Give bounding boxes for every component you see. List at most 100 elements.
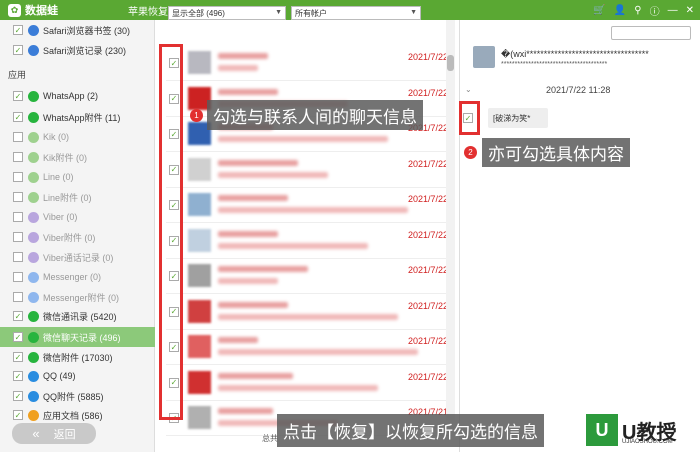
sidebar-item-label: Safari浏览器书签 (30) (43, 25, 131, 36)
sidebar-item[interactable]: ✓ 微信附件 (17030) (0, 347, 155, 367)
sidebar-item-checkbox[interactable]: ✓ (13, 352, 23, 362)
minimize-icon[interactable]: — (668, 5, 678, 16)
contact-thumbnail (188, 228, 211, 252)
blurred-name (218, 230, 278, 237)
filter-select[interactable]: 显示全部 (496) ▼ (168, 6, 286, 20)
sidebar-item[interactable]: ✓ Safari浏览记录 (230) (0, 40, 155, 60)
sidebar-item[interactable]: ✓ 微信通讯录 (5420) (0, 306, 155, 326)
row-date: 2021/7/22 (407, 87, 448, 98)
sidebar-item[interactable]: ✓ WhatsApp附件 (11) (0, 107, 155, 127)
sidebar-item-checkbox[interactable]: ✓ (13, 311, 23, 321)
sidebar-item-label: 微信聊天记录 (496) (43, 332, 121, 343)
sidebar-item[interactable]: ✓ QQ附件 (5885) (0, 386, 155, 406)
list-item[interactable]: ✓ 2021/7/22 (166, 366, 452, 401)
list-item[interactable]: ✓ 2021/7/22 (166, 46, 452, 81)
app-icon (28, 111, 39, 123)
step1-banner: 勾选与联系人间的聊天信息 (207, 100, 423, 130)
sidebar-item[interactable]: Viber通话记录 (0) (0, 247, 155, 267)
sidebar-item-label: Viber (0) (43, 212, 78, 222)
sidebar-item-label: Viber通话记录 (0) (43, 252, 114, 263)
app-icon (28, 24, 39, 36)
sidebar-item[interactable]: ✓ WhatsApp (2) (0, 86, 155, 106)
sidebar-item-label: Viber附件 (0) (43, 232, 96, 243)
sidebar-item-checkbox[interactable] (13, 172, 23, 182)
sidebar-item[interactable]: Messenger附件 (0) (0, 287, 155, 307)
close-icon[interactable]: ✕ (686, 5, 694, 16)
sidebar-item-checkbox[interactable] (13, 192, 23, 202)
sidebar-item-checkbox[interactable]: ✓ (13, 91, 23, 101)
blurred-name (218, 301, 288, 308)
app-icon (28, 390, 39, 402)
sidebar-item-checkbox[interactable]: ✓ (13, 25, 23, 35)
app-icon (28, 44, 39, 56)
sidebar-item-label: WhatsApp附件 (11) (43, 112, 121, 123)
chevron-down-icon[interactable]: ⌄ (465, 85, 472, 94)
sidebar-item-label: 应用文档 (586) (43, 410, 103, 421)
blurred-preview (218, 136, 388, 142)
back-label: 返回 (53, 428, 76, 441)
contact-subtitle: *************************************** (501, 61, 608, 68)
sidebar-item-checkbox[interactable] (13, 152, 23, 162)
sidebar-item-checkbox[interactable]: ✓ (13, 112, 23, 122)
sidebar-item-checkbox[interactable] (13, 232, 23, 242)
sidebar-item-checkbox[interactable] (13, 252, 23, 262)
sidebar-item-checkbox[interactable] (13, 212, 23, 222)
blurred-name (218, 266, 308, 272)
sidebar-item-label: WhatsApp (2) (43, 91, 99, 101)
step-number-badge: 1 (190, 109, 203, 122)
cart-icon[interactable]: 🛒 (593, 5, 605, 16)
contact-thumbnail (188, 157, 211, 181)
user-icon[interactable]: 👤 (614, 5, 626, 16)
sidebar-item-checkbox[interactable]: ✓ (13, 332, 23, 342)
back-button[interactable]: « 返回 (12, 423, 96, 444)
key-icon[interactable]: ⚲ (634, 5, 641, 16)
list-scrollbar-thumb[interactable] (447, 55, 454, 71)
sidebar-item-checkbox[interactable] (13, 272, 23, 282)
sidebar-item-checkbox[interactable]: ✓ (13, 391, 23, 401)
list-scrollbar[interactable] (446, 20, 455, 420)
row-date: 2021/7/22 (407, 158, 448, 169)
sidebar-item-checkbox[interactable] (13, 292, 23, 302)
sidebar-item-checkbox[interactable] (13, 132, 23, 142)
watermark-url: UJIAOSHOU.COM (622, 439, 673, 445)
app-icon (28, 331, 39, 343)
list-item[interactable]: ✓ 2021/7/22 (166, 153, 452, 188)
sidebar-item-checkbox[interactable]: ✓ (13, 371, 23, 381)
sidebar-section-header: 应用 (8, 70, 27, 80)
watermark-logo-icon: U (586, 414, 618, 446)
sidebar-item[interactable]: Viber附件 (0) (0, 227, 155, 247)
account-select[interactable]: 所有帐户 ▼ (291, 6, 421, 20)
sidebar-item[interactable]: Kik (0) (0, 127, 155, 147)
contact-thumbnail (188, 264, 211, 287)
app-icon (28, 351, 39, 363)
sidebar-item[interactable]: ✓ QQ (49) (0, 366, 155, 386)
sidebar-item[interactable]: Viber (0) (0, 207, 155, 227)
double-chevron-left-icon: « (32, 426, 40, 441)
contact-name: �(wxi*********************************** (501, 49, 649, 59)
list-item[interactable]: ✓ 2021/7/22 (166, 224, 452, 259)
list-item[interactable]: ✓ 2021/7/22 (166, 259, 452, 294)
sidebar-item[interactable]: Line附件 (0) (0, 187, 155, 207)
sidebar-item-label: Line附件 (0) (43, 192, 92, 203)
blurred-name (218, 195, 288, 201)
sidebar-item[interactable]: Kik附件 (0) (0, 147, 155, 167)
contact-thumbnail (188, 299, 211, 323)
contact-thumbnail (188, 370, 211, 394)
sidebar-item-checkbox[interactable]: ✓ (13, 410, 23, 420)
app-icon (28, 251, 39, 263)
info-icon[interactable]: ⓘ (650, 3, 660, 18)
sidebar-item-checkbox[interactable]: ✓ (13, 45, 23, 55)
list-item[interactable]: ✓ 2021/7/22 (166, 188, 452, 223)
app-icon (28, 409, 39, 421)
sidebar-item[interactable]: Line (0) (0, 167, 155, 187)
app-icon (28, 211, 39, 223)
list-item[interactable]: ✓ 2021/7/22 (166, 295, 452, 330)
search-input[interactable] (611, 26, 691, 40)
sidebar-item[interactable]: ✓ 应用文档 (586) (0, 405, 155, 425)
sidebar-item[interactable]: ✓ Safari浏览器书签 (30) (0, 20, 155, 40)
sidebar-item[interactable]: ✓ 微信聊天记录 (496) (0, 327, 155, 347)
message-timestamp: 2021/7/22 11:28 (546, 85, 611, 95)
sidebar-item[interactable]: Messenger (0) (0, 267, 155, 287)
list-item[interactable]: ✓ 2021/7/22 (166, 330, 452, 365)
contact-thumbnail (188, 51, 211, 74)
